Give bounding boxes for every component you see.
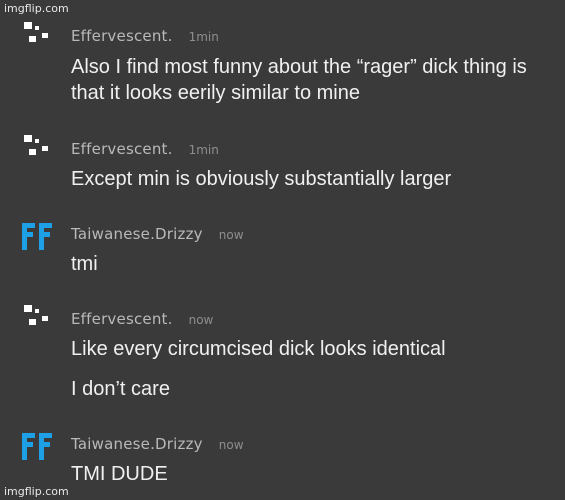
timestamp: 1min — [188, 143, 219, 157]
message-text: tmi — [71, 253, 98, 275]
message-text: I don’t care — [71, 378, 170, 400]
pixel-blocks-avatar-icon — [24, 305, 48, 325]
username[interactable]: Effervescent. — [71, 27, 173, 45]
avatar[interactable] — [18, 135, 62, 175]
username[interactable]: Taiwanese.Drizzy — [71, 435, 203, 453]
timestamp: 1min — [188, 30, 219, 44]
ff-logo-avatar-icon — [22, 433, 52, 460]
message-text: Like every circumcised dick looks identi… — [71, 338, 446, 360]
message-header: Taiwanese.Drizzy now — [71, 435, 244, 453]
watermark-bottom: imgflip.com — [4, 485, 69, 498]
username[interactable]: Effervescent. — [71, 140, 173, 158]
username[interactable]: Taiwanese.Drizzy — [71, 225, 203, 243]
message-header: Effervescent. now — [71, 310, 213, 328]
message-header: Effervescent. 1min — [71, 27, 219, 45]
avatar[interactable] — [18, 22, 62, 62]
avatar[interactable] — [18, 220, 62, 260]
ff-logo-avatar-icon — [22, 223, 52, 250]
message-text: Also I find most funny about the “rager”… — [71, 56, 527, 104]
message-header: Effervescent. 1min — [71, 140, 219, 158]
username[interactable]: Effervescent. — [71, 310, 173, 328]
timestamp: now — [188, 313, 214, 327]
avatar[interactable] — [18, 305, 62, 345]
avatar[interactable] — [18, 430, 62, 470]
timestamp: now — [218, 228, 244, 242]
message-text: TMI DUDE — [71, 463, 168, 485]
watermark-top: imgflip.com — [4, 2, 69, 15]
message-header: Taiwanese.Drizzy now — [71, 225, 244, 243]
message-text: Except min is obviously substantially la… — [71, 168, 452, 190]
pixel-blocks-avatar-icon — [24, 135, 48, 155]
pixel-blocks-avatar-icon — [24, 22, 48, 42]
timestamp: now — [218, 438, 244, 452]
